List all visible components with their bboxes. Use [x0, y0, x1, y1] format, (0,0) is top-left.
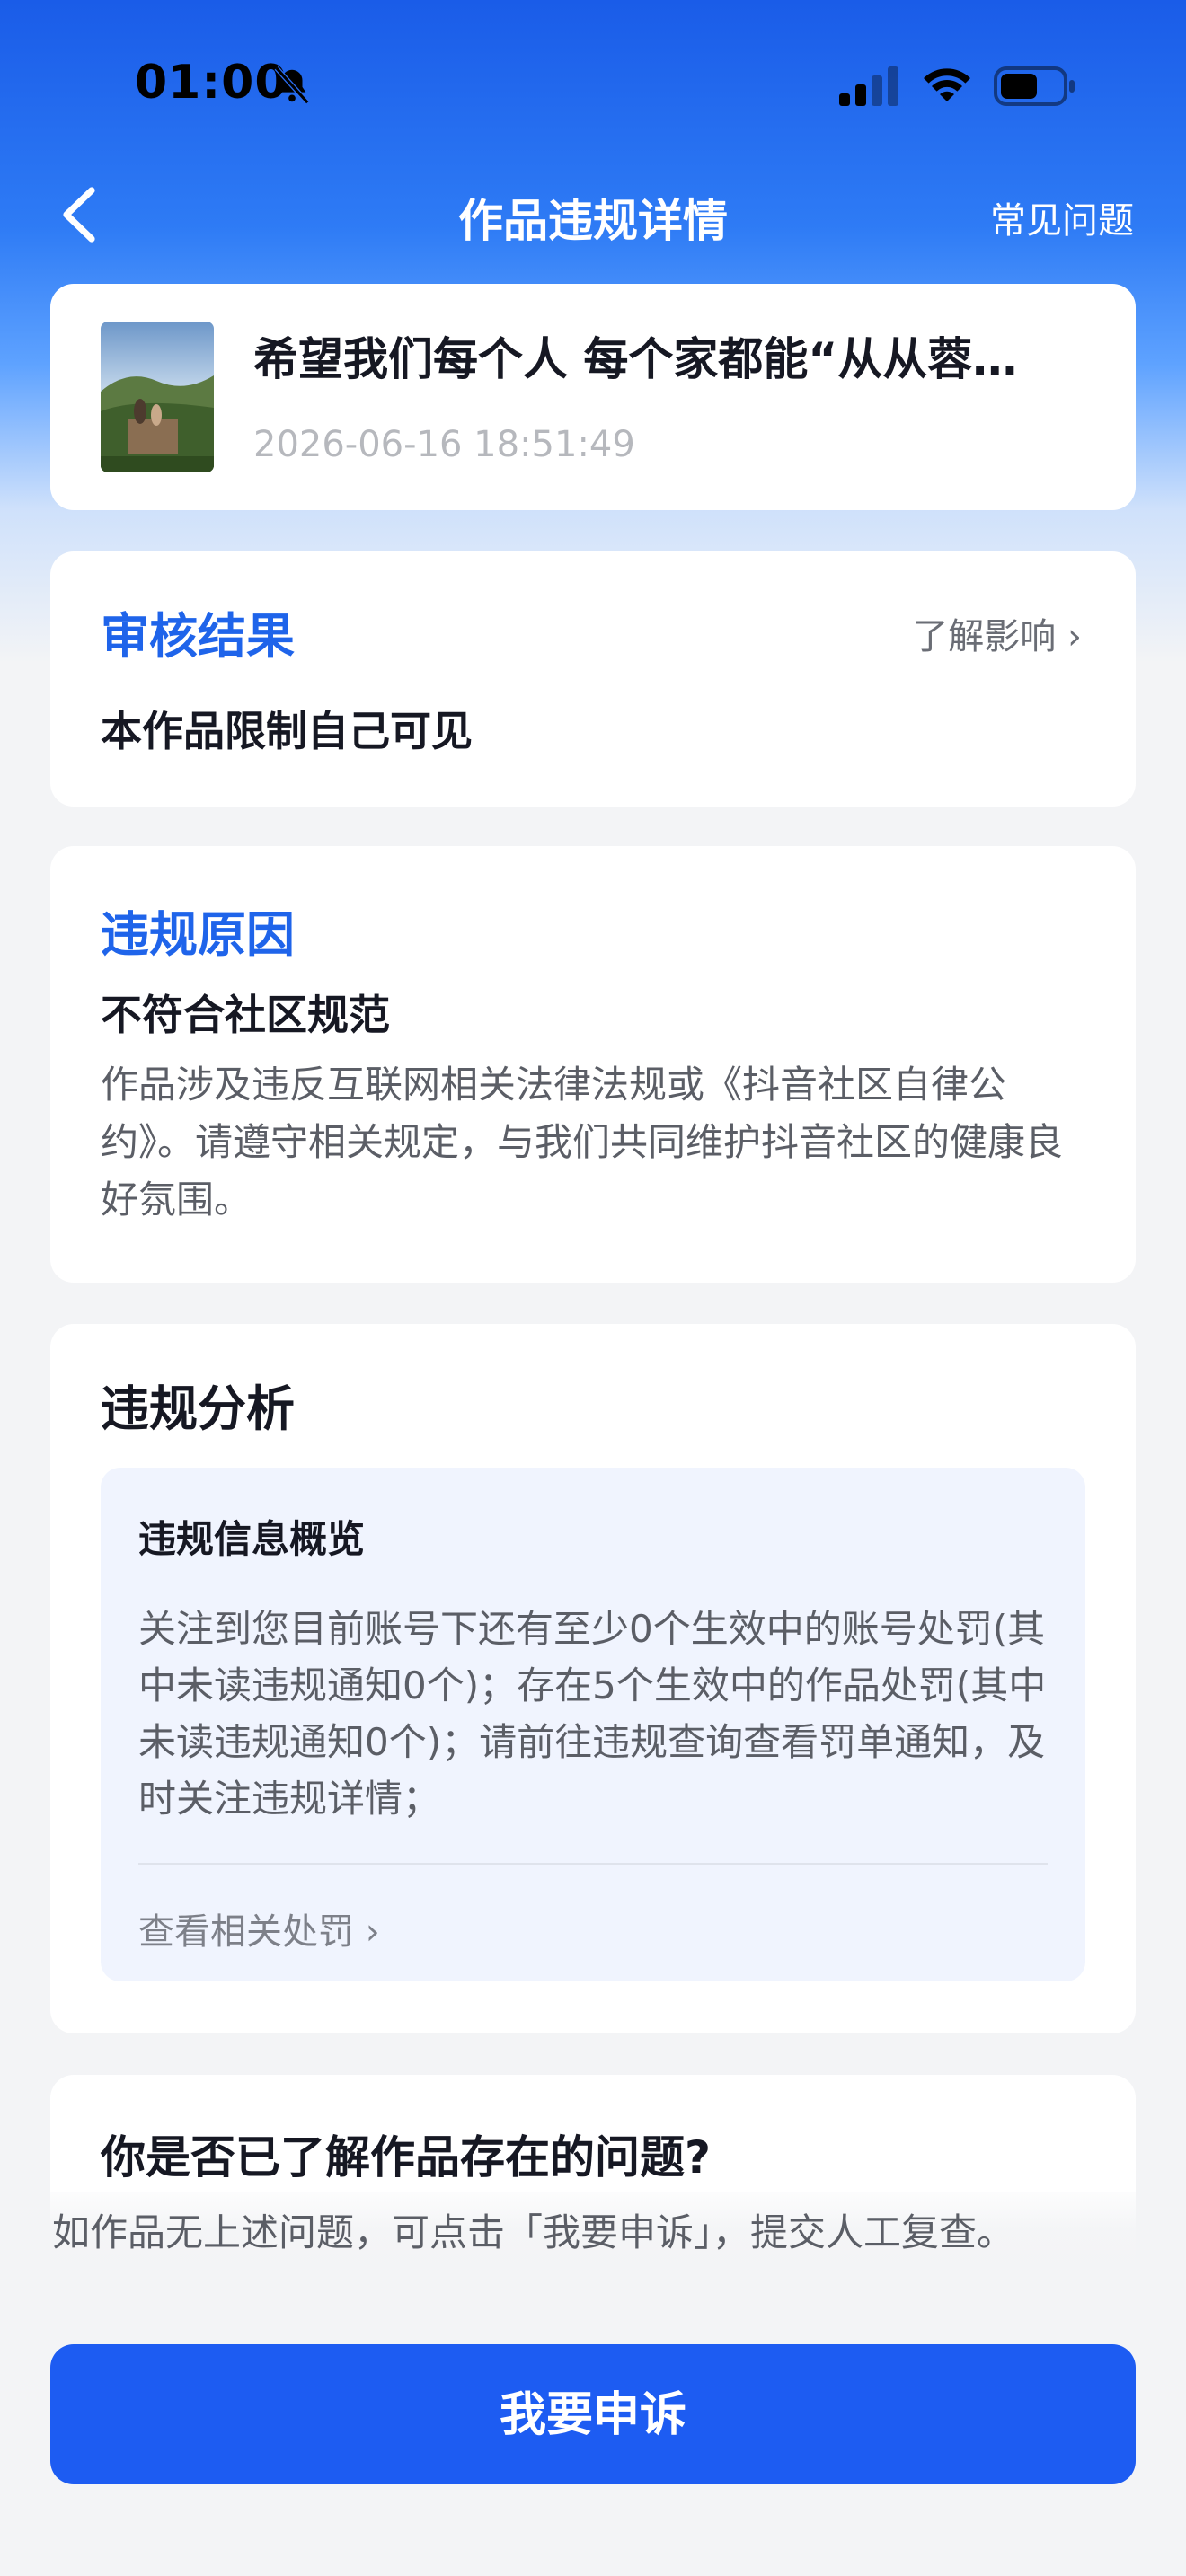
video-thumbnail [101, 322, 214, 472]
overview-text: 关注到您目前账号下还有至少0个生效中的账号处罚(其中未读违规通知0个)；存在5个… [138, 1607, 1047, 1821]
battery-icon [994, 66, 1075, 106]
review-result-card: 审核结果 了解影响 › 本作品限制自己可见 [50, 551, 1136, 807]
signal-icon [839, 66, 898, 106]
video-card[interactable]: 希望我们每个人 每个家都能“从从蓉… 2026-06-16 18:51:49 [50, 284, 1136, 510]
learn-impact-link[interactable]: 了解影响 › [912, 607, 1082, 659]
violation-reason-description: 作品涉及违反互联网相关法律法规或《抖音社区自律公约》。请遵守相关规定，与我们共同… [101, 1063, 1064, 1222]
video-timestamp: 2026-06-16 18:51:49 [253, 424, 635, 465]
wifi-icon [924, 68, 970, 101]
violation-reason-subtitle: 不符合社区规范 [101, 991, 390, 1039]
violation-analysis-title: 违规分析 [101, 1381, 295, 1437]
appeal-button[interactable]: 我要申诉 [50, 2344, 1136, 2484]
violation-reason-card: 违规原因 不符合社区规范 作品涉及违反互联网相关法律法规或《抖音社区自律公约》。… [50, 846, 1136, 1283]
question-title: 你是否已了解作品存在的问题? [101, 2131, 712, 2183]
violation-overview-box: 违规信息概览 关注到您目前账号下还有至少0个生效中的账号处罚(其中未读违规通知0… [101, 1468, 1085, 1981]
status-time: 01:00 [135, 56, 288, 110]
review-result-title: 审核结果 [101, 608, 295, 665]
violation-reason-title: 违规原因 [101, 906, 295, 963]
bell-off-icon [274, 66, 310, 105]
view-penalties-link[interactable]: 查看相关处罚 › [138, 1902, 380, 1954]
divider [138, 1863, 1048, 1865]
overview-title: 违规信息概览 [138, 1517, 366, 1561]
appeal-hint: 如作品无上述问题，可点击「我要申诉」，提交人工复查。 [52, 2210, 1015, 2254]
violation-analysis-card: 违规分析 违规信息概览 关注到您目前账号下还有至少0个生效中的账号处罚(其中未读… [50, 1324, 1136, 2033]
faq-link[interactable]: 常见问题 [990, 191, 1134, 243]
review-result-text: 本作品限制自己可见 [101, 707, 473, 755]
video-title: 希望我们每个人 每个家都能“从从蓉… [253, 333, 1018, 385]
